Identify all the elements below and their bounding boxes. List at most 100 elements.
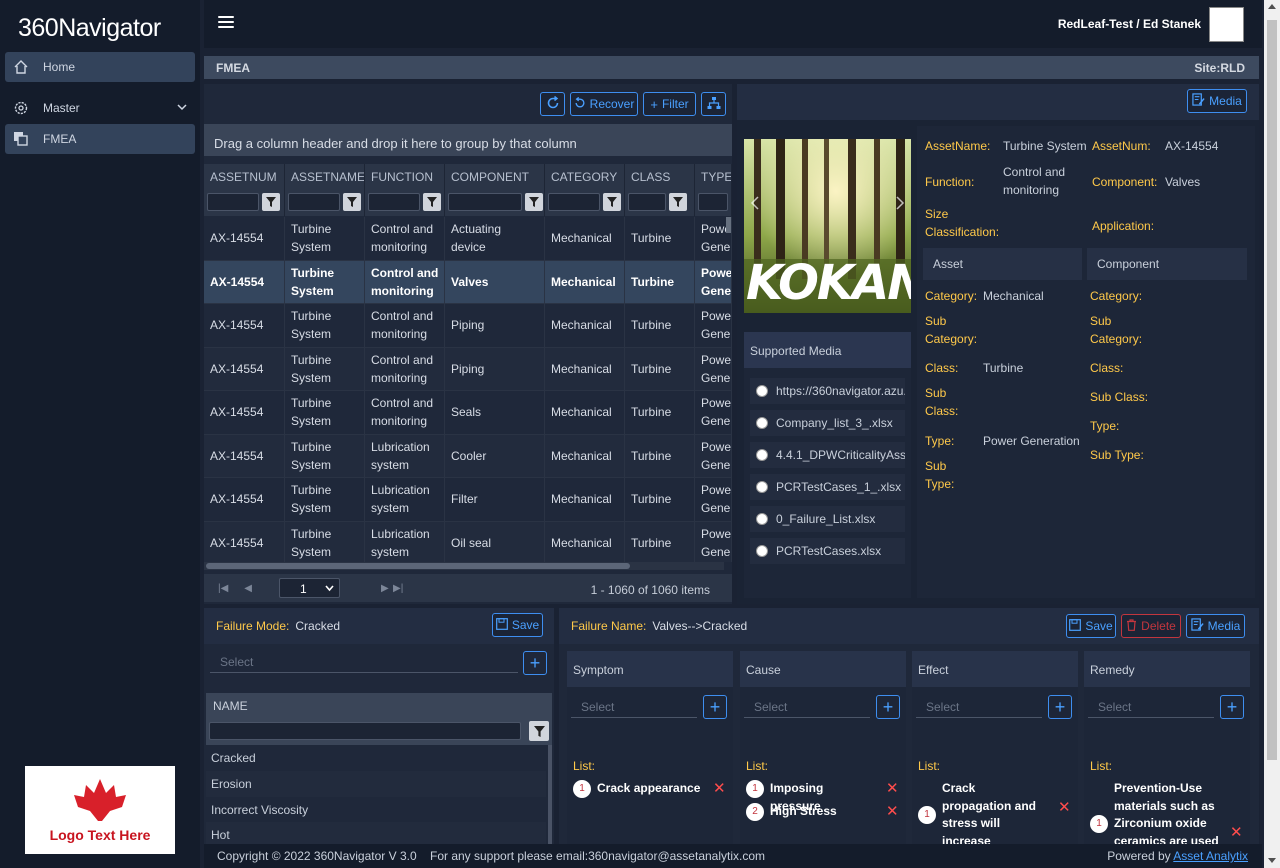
add-symptom-button[interactable]: + xyxy=(703,695,727,719)
recover-button[interactable]: Recover xyxy=(570,92,638,116)
remove-icon[interactable]: ✕ xyxy=(886,802,899,820)
column-filter-input[interactable] xyxy=(548,193,600,211)
prev-page-icon[interactable]: ◀ xyxy=(244,583,252,594)
window-scrollbar[interactable] xyxy=(1264,0,1280,868)
cause-select[interactable]: Select xyxy=(744,696,870,718)
radio-button[interactable] xyxy=(756,545,768,557)
media-file-item[interactable]: 0_Failure_List.xlsx xyxy=(750,506,905,532)
remove-icon[interactable]: ✕ xyxy=(713,779,726,797)
radio-button[interactable] xyxy=(756,481,768,493)
scroll-down-icon[interactable] xyxy=(1268,858,1276,863)
remedy-select[interactable]: Select xyxy=(1088,696,1214,718)
filter-icon[interactable] xyxy=(262,193,280,211)
radio-button[interactable] xyxy=(756,513,768,525)
filter-icon[interactable] xyxy=(603,193,621,211)
scroll-up-icon[interactable] xyxy=(1268,4,1276,9)
grid-vertical-scrollbar[interactable] xyxy=(726,217,732,562)
column-header[interactable]: ASSETNUM xyxy=(204,164,285,188)
failure-name-media-button[interactable]: Media xyxy=(1186,614,1245,638)
asset-analytix-link[interactable]: Asset Analytix xyxy=(1173,849,1248,863)
name-list-scrollbar[interactable] xyxy=(548,745,552,844)
media-file-item[interactable]: https://360navigator.azu... xyxy=(750,378,905,404)
media-file-item[interactable]: 4.4.1_DPWCriticalityAsse... xyxy=(750,442,905,468)
sidebar-item-fmea[interactable]: FMEA xyxy=(5,124,195,154)
filter-icon[interactable] xyxy=(529,721,549,741)
refresh-button[interactable] xyxy=(540,92,565,116)
sidebar-item-master[interactable]: Master xyxy=(5,93,195,123)
column-filter-input[interactable] xyxy=(698,193,728,211)
asset-image[interactable]: KOKAN xyxy=(744,139,911,313)
column-filter-input[interactable] xyxy=(207,193,259,211)
media-file-item[interactable]: Company_list_3_.xlsx xyxy=(750,410,905,436)
table-row-selected[interactable]: AX-14554 Turbine System Control and moni… xyxy=(204,260,732,304)
sidebar-item-home[interactable]: Home xyxy=(5,52,195,82)
table-row[interactable]: AX-14554 Turbine System Control and moni… xyxy=(204,217,732,261)
name-filter-input[interactable] xyxy=(209,722,521,740)
last-page-icon[interactable]: ▶| xyxy=(393,583,403,594)
column-header[interactable]: CATEGORY xyxy=(545,164,625,188)
effect-select[interactable]: Select xyxy=(916,696,1042,718)
failure-mode-select[interactable]: Select xyxy=(210,651,518,673)
maple-leaf-icon xyxy=(74,779,126,821)
filter-icon[interactable] xyxy=(669,193,687,211)
remove-icon[interactable]: ✕ xyxy=(886,779,899,797)
add-effect-button[interactable]: + xyxy=(1048,695,1072,719)
hierarchy-button[interactable] xyxy=(701,92,726,116)
group-drop-area[interactable]: Drag a column header and drop it here to… xyxy=(204,124,732,156)
column-filter-input[interactable] xyxy=(448,193,522,211)
delete-button[interactable]: Delete xyxy=(1121,614,1181,638)
remove-icon[interactable]: ✕ xyxy=(1058,798,1071,816)
failure-name-save-button[interactable]: Save xyxy=(1066,614,1116,638)
column-header[interactable]: TYPE xyxy=(695,164,732,188)
menu-icon[interactable] xyxy=(218,16,234,30)
column-filter-input[interactable] xyxy=(368,193,420,211)
add-failure-mode-button[interactable]: + xyxy=(523,651,547,675)
radio-button[interactable] xyxy=(756,417,768,429)
add-cause-button[interactable]: + xyxy=(876,695,900,719)
table-row[interactable]: AX-14554 Turbine System Lubrication syst… xyxy=(204,521,732,562)
column-filter-input[interactable] xyxy=(288,193,340,211)
sub-category-label: Sub Category: xyxy=(925,314,978,346)
app-logo[interactable]: 360 Navigator xyxy=(18,10,188,46)
app-logo-text: Navigator xyxy=(58,13,161,42)
table-row[interactable]: AX-14554 Turbine System Control and moni… xyxy=(204,391,732,435)
recover-icon xyxy=(574,96,586,112)
filter-icon[interactable] xyxy=(525,193,543,211)
first-page-icon[interactable]: |◀ xyxy=(218,583,228,594)
failure-mode-save-button[interactable]: Save xyxy=(492,613,543,637)
name-column-header[interactable]: NAME xyxy=(206,693,552,717)
asset-info: AssetName: Turbine System AssetNum: AX-1… xyxy=(917,126,1255,598)
page-select[interactable]: 1 xyxy=(279,578,340,598)
media-button[interactable]: Media xyxy=(1187,89,1247,113)
list-item[interactable]: Incorrect Viscosity xyxy=(206,797,546,823)
table-row[interactable]: AX-14554 Turbine System Control and moni… xyxy=(204,347,732,391)
media-file-item[interactable]: PCRTestCases_1_.xlsx xyxy=(750,474,905,500)
column-header[interactable]: ASSETNAME xyxy=(285,164,365,188)
radio-button[interactable] xyxy=(756,449,768,461)
recover-label: Recover xyxy=(589,97,635,111)
list-item[interactable]: Hot xyxy=(206,822,546,844)
table-row[interactable]: AX-14554 Turbine System Lubrication syst… xyxy=(204,478,732,522)
symptom-select[interactable]: Select xyxy=(571,696,697,718)
add-remedy-button[interactable]: + xyxy=(1220,695,1244,719)
column-header[interactable]: COMPONENT xyxy=(445,164,545,188)
media-file-item[interactable]: PCRTestCases.xlsx xyxy=(750,538,905,564)
media-file-name: https://360navigator.azu... xyxy=(776,384,905,398)
next-page-icon[interactable]: ▶ xyxy=(381,583,389,594)
filter-button[interactable]: + Filter xyxy=(643,92,696,116)
table-row[interactable]: AX-14554 Turbine System Lubrication syst… xyxy=(204,434,732,478)
filter-icon[interactable] xyxy=(423,193,441,211)
radio-button[interactable] xyxy=(756,385,768,397)
list-item[interactable]: Erosion xyxy=(206,771,546,797)
avatar[interactable] xyxy=(1209,7,1244,42)
cell: AX-14554 xyxy=(204,217,285,260)
column-filter-input[interactable] xyxy=(628,193,666,211)
scrollbar-thumb[interactable] xyxy=(1267,20,1277,760)
column-header[interactable]: FUNCTION xyxy=(365,164,445,188)
column-header[interactable]: CLASS xyxy=(625,164,695,188)
table-row[interactable]: AX-14554 Turbine System Control and moni… xyxy=(204,304,732,348)
remove-icon[interactable]: ✕ xyxy=(1230,823,1243,841)
filter-icon[interactable] xyxy=(343,193,361,211)
list-item[interactable]: Cracked xyxy=(206,745,546,771)
grid-horizontal-scrollbar[interactable] xyxy=(204,562,724,570)
